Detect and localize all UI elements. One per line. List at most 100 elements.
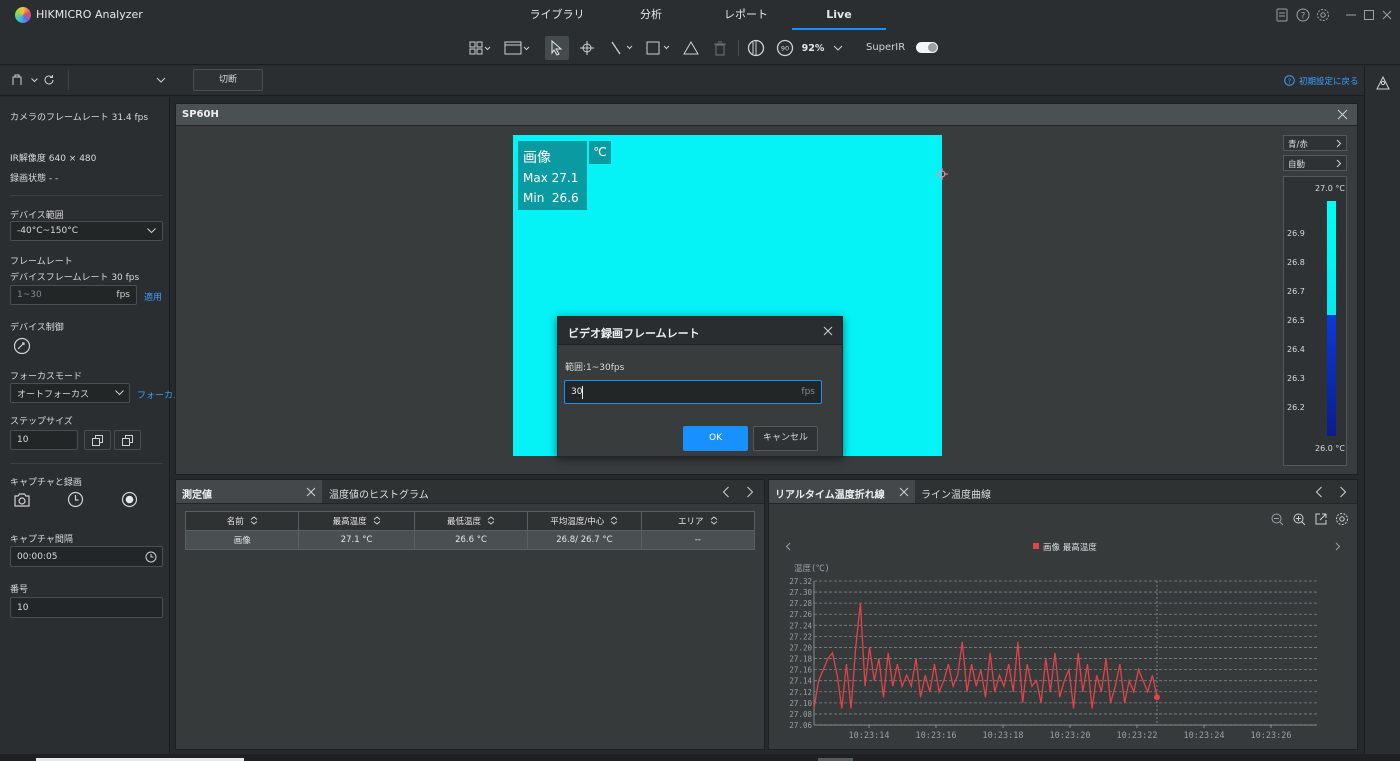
select-tool-button[interactable] [545,36,569,60]
tab-analysis[interactable]: 分析 [610,0,692,30]
focus-near-button[interactable] [84,430,111,450]
device-control-label: デバイス制御 [10,323,64,333]
number-input[interactable]: 10 [10,597,163,618]
sort-icon[interactable] [367,516,381,527]
palette-select[interactable]: 青/赤 [1283,135,1347,151]
framerate-dialog: ビデオ録画フレームレート 範囲:1~30fps 30 fps OK キャンセル [557,316,843,457]
scale-tick-label: 26.2 [1287,403,1305,412]
record-icon[interactable] [121,491,138,508]
column-header[interactable]: 名前 [184,511,300,531]
sort-icon[interactable] [244,516,258,527]
contrast-button[interactable] [745,36,767,60]
sort-icon[interactable] [481,516,495,527]
zoom-in-icon[interactable] [1293,513,1306,526]
close-panel-icon[interactable] [1337,109,1348,120]
chart-next-icon[interactable] [1339,486,1347,498]
help-icon[interactable]: ? [1296,8,1310,22]
dialog-header: ビデオ録画フレームレート [558,317,842,345]
apply-link[interactable]: 適用 [144,290,162,303]
refresh-icon[interactable] [43,74,55,86]
table-row[interactable]: 画像 27.1 °C 26.6 °C 26.8/ 26.7 °C -- [184,530,756,550]
capture-interval-input[interactable]: 00:00:05 [10,546,163,567]
scale-tick-label: 26.8 [1287,258,1305,267]
chart-settings-icon[interactable] [1335,512,1349,526]
dialog-fps-input[interactable]: 30 fps [564,380,822,404]
zoom-dropdown-chevron-icon[interactable] [833,44,843,52]
measure-next-icon[interactable] [746,486,754,498]
tab-measurements-close-icon[interactable] [306,487,316,497]
step-size-input[interactable]: 10 [10,430,78,450]
focus-mode-select[interactable]: オートフォーカス [10,383,130,403]
camera-framerate: カメラのフレームレート 31.4 fps [10,113,149,123]
focus-mode-label: フォーカスモード [10,372,83,382]
close-window-icon[interactable] [1381,9,1393,21]
device-range-select[interactable]: -40°C~150°C [10,221,163,241]
tab-histogram[interactable]: 温度値のヒストグラム [329,486,429,501]
tab-realtime-close-icon[interactable] [899,487,909,497]
point-tool-button[interactable] [576,36,598,60]
device-range-value: -40°C~150°C [17,226,78,236]
reset-defaults-link[interactable]: 初期設定に戻る [1299,75,1359,87]
tab-library[interactable]: ライブラリ [513,0,601,30]
scale-bottom-label: 26.0 °C [1315,444,1345,453]
palette-chevron-icon [1336,139,1342,148]
timer-capture-icon[interactable] [67,491,84,508]
dialog-ok-button[interactable]: OK [683,426,748,451]
column-header[interactable]: 最高温度 [298,511,415,531]
camera-capture-icon[interactable] [13,492,31,508]
overlay-unit: ℃ [589,141,611,164]
disconnect-button[interactable]: 切断 [193,69,263,91]
notes-icon[interactable] [1276,8,1289,22]
realtime-chart-panel: リアルタイム温度折れ線 ライン温度曲線 画像 最高温度 温度(℃) 27.32 27… [768,479,1358,750]
calibrate-icon[interactable] [13,337,31,355]
tab-line-curve[interactable]: ライン温度曲線 [921,486,991,501]
legend-next-icon[interactable] [1335,542,1341,551]
device-dropdown-chevron-icon[interactable] [31,78,38,83]
y-tick-label: 27.06 [789,721,812,730]
focus-far-button[interactable] [114,430,141,450]
settings-gear-icon[interactable] [1316,8,1330,22]
range-mode-select[interactable]: 自動 [1283,155,1347,171]
column-header[interactable]: 平均温度/中心 [527,511,642,531]
tab-realtime-line[interactable]: リアルタイム温度折れ線 [769,480,915,503]
chart-prev-icon[interactable] [1315,486,1323,498]
column-header[interactable]: 最低温度 [413,511,529,531]
zoom-level[interactable]: 92% [800,36,826,60]
layout-grid-button[interactable] [466,36,494,60]
scale-tick-label: 26.3 [1287,374,1305,383]
device-icon[interactable] [11,74,23,86]
minimize-icon[interactable] [1345,9,1357,21]
delete-button[interactable] [710,36,730,60]
alarm-person-icon[interactable] [1376,76,1390,90]
tab-measurements[interactable]: 測定値 [176,480,322,503]
zoom-out-icon[interactable] [1271,513,1284,526]
x-tick-label: 10:23:14 [849,731,890,741]
polygon-tool-button[interactable] [681,36,701,60]
superir-toggle[interactable] [916,42,938,53]
device-panel-title: SP60H [182,109,219,120]
rotate-90-button[interactable]: 90 [774,36,796,60]
focus-mode-value: オートフォーカス [17,389,90,400]
measure-prev-icon[interactable] [722,486,730,498]
device-select-chevron-icon[interactable] [156,77,166,84]
legend-prev-icon[interactable] [785,542,791,551]
fps-input-placeholder: 1~30 [17,290,42,300]
line-tool-button[interactable] [608,36,636,60]
fps-input[interactable]: 1~30 fps [10,285,137,305]
dialog-cancel-button[interactable]: キャンセル [753,426,818,451]
rectangle-tool-button[interactable] [644,36,674,60]
svg-text:?: ? [1301,12,1306,22]
dialog-text-caret [582,386,583,399]
tab-live[interactable]: Live [792,0,886,30]
crosshair-cursor-icon [936,168,948,180]
window-layout-button[interactable] [502,36,532,60]
reset-help-icon: ? [1284,75,1295,86]
dialog-close-icon[interactable] [823,326,833,336]
table-cell: 26.8/ 26.7 °C [527,530,642,550]
sort-icon[interactable] [604,516,618,527]
column-header[interactable]: エリア [640,511,756,531]
export-icon[interactable] [1315,513,1327,525]
maximize-icon[interactable] [1363,9,1375,21]
sort-icon[interactable] [704,516,718,527]
tab-report[interactable]: レポート [705,0,787,30]
